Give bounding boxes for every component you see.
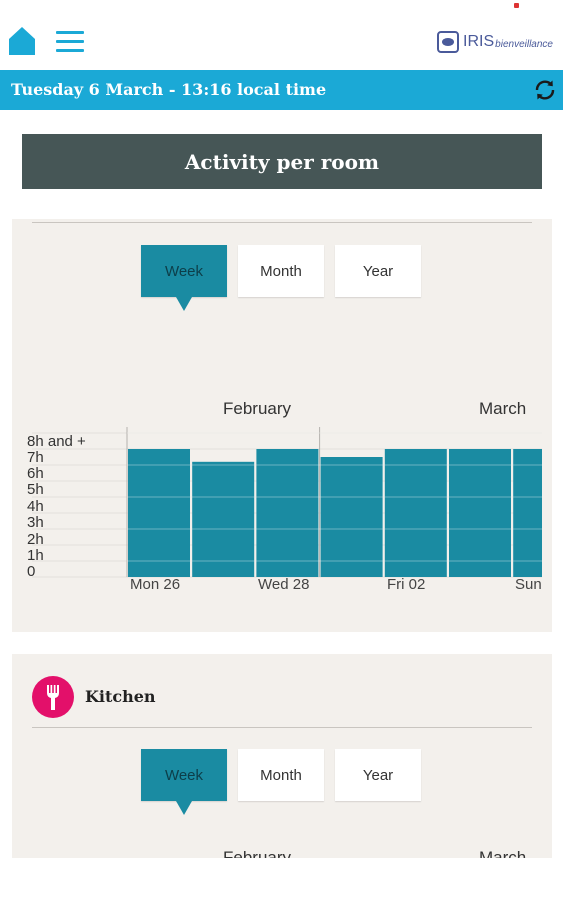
date-time-text: Tuesday 6 March - 13:16 local time	[11, 80, 327, 99]
fork-icon	[32, 676, 74, 718]
logo-subtext: bienveillance	[495, 39, 553, 50]
iris-logo-icon	[437, 31, 460, 53]
chart-bar[interactable]	[384, 449, 447, 577]
tab-year[interactable]: Year	[335, 749, 421, 801]
chart-bar[interactable]	[192, 461, 255, 577]
home-icon[interactable]	[8, 26, 36, 56]
chart-bar[interactable]	[320, 457, 383, 577]
page-title: Activity per room	[22, 134, 542, 189]
card-divider	[32, 727, 532, 728]
hamburger-menu-icon[interactable]	[56, 31, 84, 53]
top-bar: IRIS bienveillance	[0, 0, 563, 70]
room-label-kitchen: Kitchen	[85, 687, 156, 706]
card-divider	[32, 222, 532, 223]
month-label-march: March	[479, 848, 527, 858]
kitchen-card: Kitchen Week Month Year February March	[12, 654, 552, 858]
month-label-february: February	[223, 848, 292, 858]
tab-year[interactable]: Year	[335, 245, 421, 297]
chart-bar[interactable]	[128, 449, 190, 577]
refresh-icon[interactable]	[533, 78, 557, 102]
x-tick-label: Fri 02	[387, 576, 426, 593]
month-label-march: March	[479, 399, 527, 418]
tab-month[interactable]: Month	[238, 245, 324, 297]
chart-bar[interactable]	[449, 449, 511, 577]
tab-week[interactable]: Week	[141, 749, 227, 815]
activity-bar-chart	[32, 427, 542, 578]
tab-week[interactable]: Week	[141, 245, 227, 311]
month-label-february: February	[223, 399, 292, 418]
iris-logo: IRIS bienveillance	[437, 30, 553, 54]
x-tick-label: Wed 28	[258, 576, 310, 593]
date-bar: Tuesday 6 March - 13:16 local time	[0, 70, 563, 110]
x-tick-label: Mon 26	[130, 576, 181, 593]
logo-text: IRIS	[463, 33, 495, 50]
tab-month[interactable]: Month	[238, 749, 324, 801]
x-tick-label: Sun	[515, 576, 542, 593]
chart-bar[interactable]	[513, 449, 542, 577]
notification-dot-icon	[514, 3, 519, 8]
activity-chart-card: Week Month Year February March 8h and + …	[12, 219, 552, 632]
chart-bar[interactable]	[256, 449, 319, 577]
